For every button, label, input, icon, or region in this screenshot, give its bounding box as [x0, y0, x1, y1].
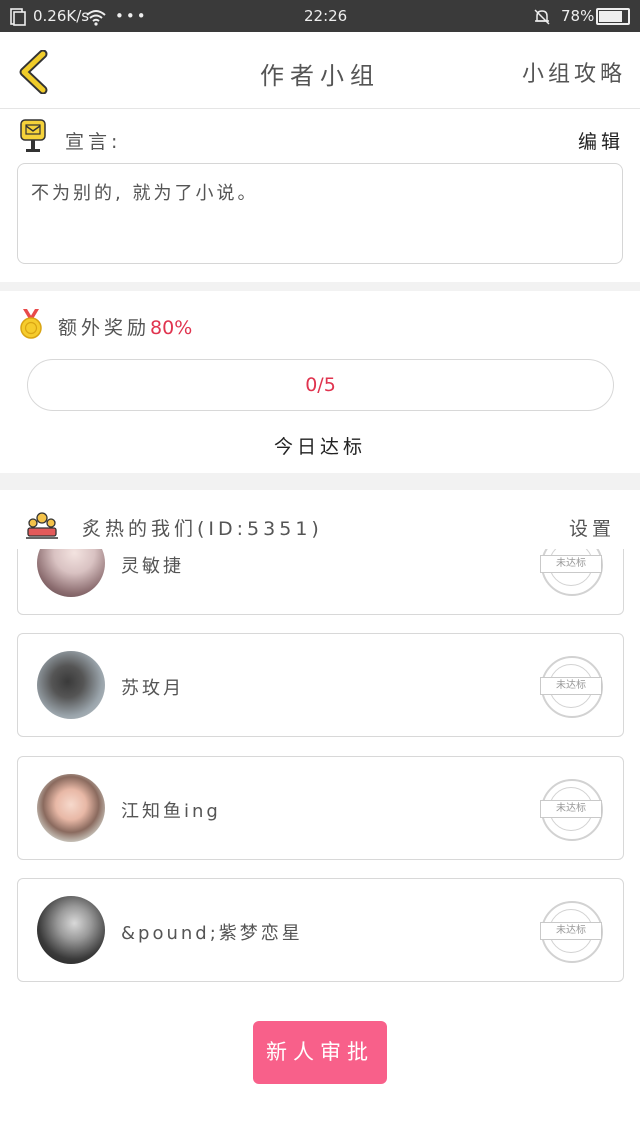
- edit-button[interactable]: 编辑: [578, 127, 624, 154]
- member-name: 灵敏捷: [121, 556, 184, 577]
- declaration-box[interactable]: 不为别的, 就为了小说。: [17, 163, 623, 264]
- declaration-label: 宣言:: [65, 131, 122, 153]
- reward-label: 额外奖励: [58, 317, 151, 339]
- avatar: [37, 549, 105, 597]
- network-speed: 0.26K/s: [33, 7, 90, 25]
- member-card[interactable]: &pound;紫梦恋星 未达标: [17, 878, 624, 982]
- divider: [0, 282, 640, 291]
- member-name: 江知鱼ing: [121, 801, 221, 822]
- status-badge: 未达标: [540, 555, 602, 573]
- declaration-text: 不为别的, 就为了小说。: [31, 183, 259, 204]
- app-header: 作者小组 小组攻略: [0, 32, 640, 109]
- member-name: &pound;紫梦恋星: [121, 923, 303, 944]
- member-card[interactable]: 苏玫月 未达标: [17, 633, 624, 737]
- battery-percent: 78%: [561, 7, 595, 25]
- member-list[interactable]: 灵敏捷 未达标 苏玫月 未达标 江知鱼ing 未达标 &pound;紫梦恋星 未…: [0, 549, 640, 999]
- progress-text: 0/5: [305, 374, 336, 396]
- more-dots-icon: •••: [115, 7, 148, 25]
- new-member-approval-button[interactable]: 新人审批: [253, 1021, 387, 1084]
- mailbox-icon: [19, 118, 47, 158]
- medal-icon: [17, 307, 45, 345]
- battery-icon: [596, 0, 630, 32]
- status-stamp: 未达标: [540, 656, 603, 718]
- progress-bar: 0/5: [27, 359, 614, 411]
- divider: [0, 473, 640, 490]
- avatar: [37, 896, 105, 964]
- status-stamp: 未达标: [540, 549, 603, 596]
- status-bar: 0.26K/s ••• 22:26 78%: [0, 0, 640, 32]
- group-icon: [25, 510, 59, 544]
- status-stamp: 未达标: [540, 779, 603, 841]
- reward-percent: 80%: [150, 317, 193, 339]
- status-stamp: 未达标: [540, 901, 603, 963]
- avatar: [37, 774, 105, 842]
- member-name: 苏玫月: [121, 678, 184, 699]
- group-name: 炙热的我们(ID:5351): [82, 518, 323, 540]
- status-badge: 未达标: [540, 922, 602, 940]
- group-guide-link[interactable]: 小组攻略: [522, 56, 626, 88]
- member-card[interactable]: 江知鱼ing 未达标: [17, 756, 624, 860]
- avatar: [37, 651, 105, 719]
- member-card[interactable]: 灵敏捷 未达标: [17, 549, 624, 615]
- screen-icon: [10, 0, 26, 32]
- status-badge: 未达标: [540, 677, 602, 695]
- clock: 22:26: [304, 7, 348, 25]
- group-settings-button[interactable]: 设置: [569, 514, 615, 541]
- status-badge: 未达标: [540, 800, 602, 818]
- wifi-icon: [85, 0, 107, 32]
- daily-target-label: 今日达标: [273, 436, 366, 458]
- bell-off-icon: [533, 0, 551, 32]
